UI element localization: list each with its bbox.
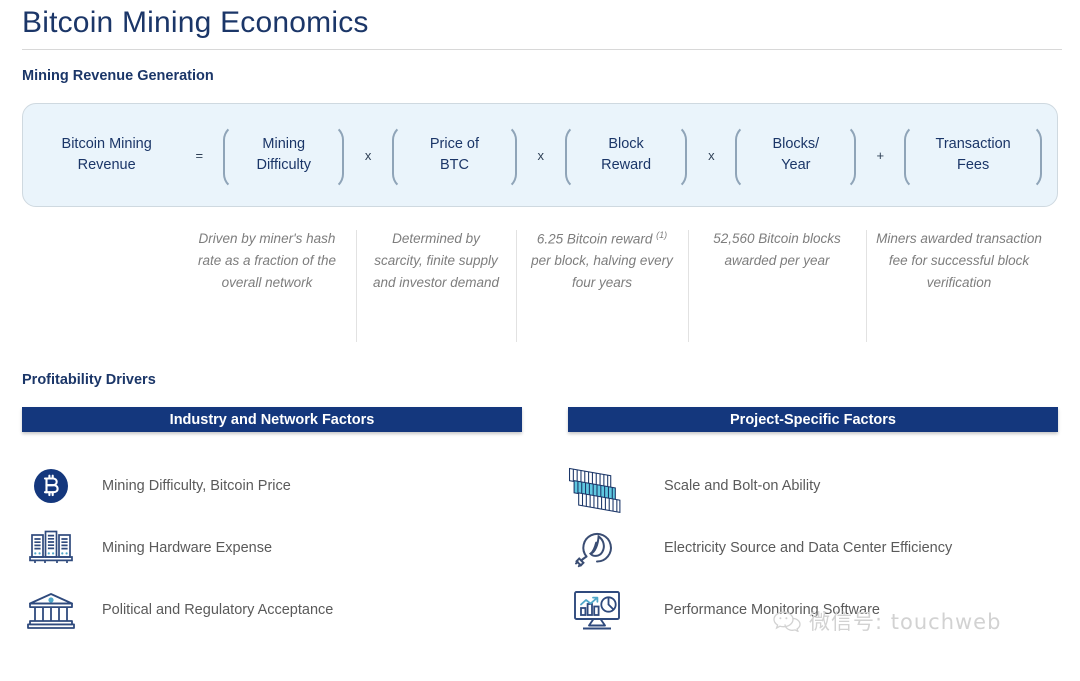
formula-equals: =	[195, 147, 204, 163]
driver-row: Scale and Bolt-on Ability	[568, 455, 1080, 517]
formula-term-price-of-btc: Price of BTC	[390, 124, 519, 190]
driver-label: Mining Difficulty, Bitcoin Price	[102, 478, 291, 494]
formula-term-blocks-year: Blocks/ Year	[733, 124, 858, 190]
page-title: Bitcoin Mining Economics	[22, 6, 369, 39]
section-heading-profitability: Profitability Drivers	[22, 372, 156, 388]
formula-operator-3: x	[708, 147, 715, 163]
banner-project-specific-factors: Project-Specific Factors	[568, 407, 1058, 432]
watermark-text: 微信号: touchweb	[809, 610, 1002, 634]
caption-blocks-year: 52,560 Bitcoin blocks awarded per year	[688, 228, 866, 344]
formula-captions: Driven by miner's hash rate as a fractio…	[22, 228, 1058, 344]
power-plug-leaf-icon	[568, 525, 626, 571]
section-heading-revenue: Mining Revenue Generation	[22, 68, 214, 84]
formula-operator-2: x	[537, 147, 544, 163]
drivers-section: Mining Difficulty, Bitcoin Price Mining …	[0, 455, 1080, 681]
title-divider	[22, 49, 1062, 50]
container-modules-icon	[568, 457, 626, 515]
driver-label: Electricity Source and Data Center Effic…	[664, 540, 953, 556]
driver-label: Mining Hardware Expense	[102, 540, 273, 556]
bitcoin-coin-icon	[22, 465, 80, 507]
driver-row: Electricity Source and Data Center Effic…	[568, 517, 1080, 579]
banner-industry-network-factors: Industry and Network Factors	[22, 407, 522, 432]
caption-price-of-btc: Determined by scarcity, finite supply an…	[356, 228, 516, 344]
formula-term-block-reward: Block Reward	[563, 124, 690, 190]
formula-row: Bitcoin Mining Revenue = Mining Difficul…	[22, 103, 1058, 207]
caption-transaction-fees: Miners awarded transaction fee for succe…	[866, 228, 1052, 344]
driver-row: Political and Regulatory Acceptance	[22, 579, 542, 641]
driver-row: Mining Hardware Expense	[22, 517, 542, 579]
caption-mining-difficulty: Driven by miner's hash rate as a fractio…	[197, 231, 337, 290]
formula-term-mining-difficulty: Mining Difficulty	[221, 124, 346, 190]
drivers-column-left: Mining Difficulty, Bitcoin Price Mining …	[22, 455, 542, 641]
formula-operator-1: x	[364, 147, 372, 163]
wechat-watermark: 微信号: touchweb	[772, 606, 1001, 636]
driver-label: Scale and Bolt-on Ability	[664, 478, 821, 494]
driver-label: Political and Regulatory Acceptance	[102, 602, 334, 618]
caption-block-reward: 6.25 Bitcoin reward (1) per block, halvi…	[516, 228, 688, 344]
formula-result: Bitcoin Mining Revenue	[61, 135, 152, 173]
monitor-analytics-icon	[568, 587, 626, 633]
government-building-icon	[22, 588, 80, 632]
formula-operator-4: +	[876, 147, 885, 163]
formula-term-transaction-fees: Transaction Fees	[902, 124, 1044, 190]
slide-canvas: Bitcoin Mining Economics Mining Revenue …	[0, 0, 1080, 681]
wechat-bubble-icon	[772, 610, 802, 633]
driver-row: Mining Difficulty, Bitcoin Price	[22, 455, 542, 517]
server-rack-icon	[22, 527, 80, 569]
